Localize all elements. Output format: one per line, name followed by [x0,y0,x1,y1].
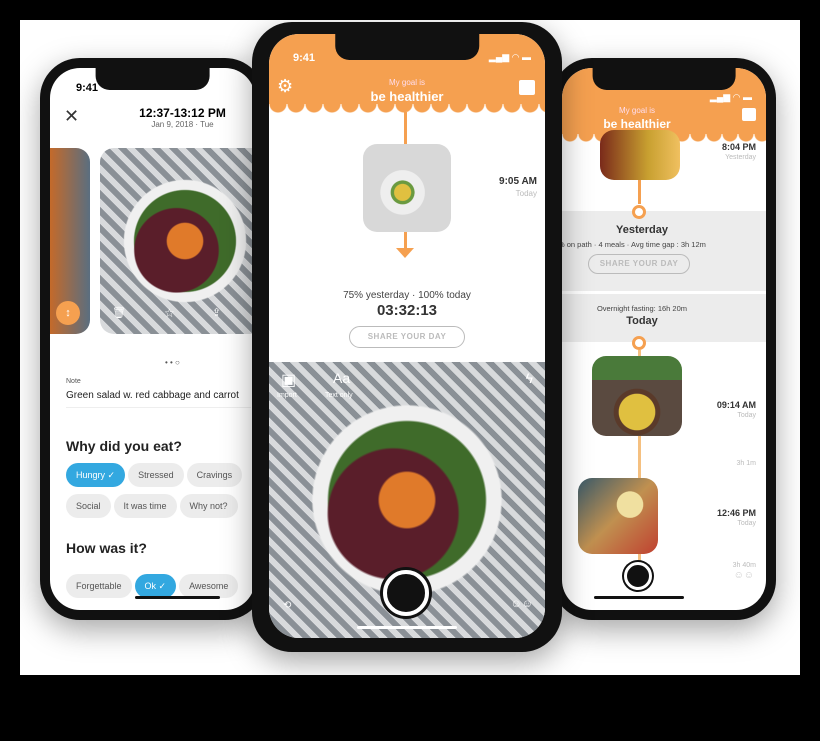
arrow-down-icon [396,248,414,258]
community-icon[interactable]: ☺☺ [511,598,533,610]
goal-text: be healthier [603,117,671,131]
chip-ok[interactable]: Ok ✓ [134,574,177,598]
chip-forgettable[interactable]: Forgettable [66,574,132,598]
home-indicator [135,596,220,599]
chip-stressed[interactable]: Stressed [128,463,184,487]
chip-hungry[interactable]: Hungry ✓ [66,463,126,487]
flip-icon[interactable]: ⟲ [283,600,291,611]
why-title: Why did you eat? [66,438,182,454]
notch [95,68,210,90]
yesterday-stats: % on path · 4 meals · Avg time gap : 3h … [562,240,706,249]
fasting-text: Overnight fasting: 16h 20m [596,304,688,313]
meal-date: Jan 9, 2018 · Tue [151,120,214,129]
close-icon[interactable]: ✕ [64,106,79,127]
time-range: 12:37-13:12 PM [139,106,226,120]
status-icons: ▂▄▆ ◠ ▬ [488,52,531,62]
notch [592,68,736,90]
note-label: Note [66,378,81,385]
timeline-node [632,205,646,219]
gap-2: 3h 40m [732,562,756,569]
right-phone: ▂▄▆ ◠ ▬ My goal is be healthier 8:04 PM … [552,58,776,620]
home-indicator [594,596,684,599]
goal-label: My goal is [618,106,655,115]
status-time: 9:41 [293,52,316,64]
why-options: Hungry ✓ Stressed Cravings Social It was tim… [66,463,255,525]
community-icon[interactable]: ☺☺ [734,570,754,581]
trash-icon[interactable]: 🗑 [112,306,126,319]
chip-cravings[interactable]: Cravings [186,463,243,487]
share-icon[interactable]: ⇪ [212,306,221,319]
meal-1-time: 09:14 AM [716,400,756,410]
move-icon[interactable]: ↕ [56,301,80,325]
meal-2-day: Today [737,520,756,527]
meal-photo[interactable] [363,144,451,232]
gap-1: 3h 1m [736,460,756,467]
meal-photo-2[interactable] [578,478,658,554]
meal-detail-screen: 9:41 ✕ 12:37-13:12 PM Jan 9, 2018 · Tue … [50,68,255,610]
chip-it-was-time[interactable]: It was time [113,494,177,518]
meal-time: 9:05 AM [499,176,537,187]
share-day-button[interactable]: SHARE YOUR DAY [588,254,690,274]
page-dots[interactable]: • • ○ [165,358,180,367]
how-title: How was it? [66,540,147,556]
home-screen: 9:41 ▂▄▆ ◠ ▬ ⚙ My goal is be healthier 9… [269,34,545,638]
center-phone: 9:41 ▂▄▆ ◠ ▬ ⚙ My goal is be healthier 9… [252,22,562,652]
chip-social[interactable]: Social [66,494,111,518]
timeline-node [632,336,646,350]
goal-text: be healthier [370,89,444,104]
fasting-timer: 03:32:13 [376,302,438,319]
left-phone: 9:41 ✕ 12:37-13:12 PM Jan 9, 2018 · Tue … [40,58,265,620]
goal-label: My goal is [388,78,425,87]
status-time: 9:41 [76,82,99,94]
meal-photo-prev[interactable] [600,130,680,180]
progress-text: 75% yesterday · 100% today [343,290,471,301]
meal-photo-1[interactable] [592,356,682,436]
text-only-label: Text only [325,392,353,399]
meal-1-day: Today [737,412,756,419]
chip-why-not[interactable]: Why not? [179,494,238,518]
import-label: Import [277,392,297,399]
note-text[interactable]: Green salad w. red cabbage and carrot [66,390,251,408]
today-title: Today [626,315,658,327]
capture-button[interactable] [383,570,429,616]
meal-2-time: 12:46 PM [716,508,756,518]
share-day-button[interactable]: SHARE YOUR DAY [349,326,465,348]
status-icons: ▂▄▆ ◠ ▬ [709,92,752,102]
camera-button[interactable] [624,562,652,590]
notch [335,34,479,60]
import-icon[interactable]: ▣ [281,370,296,390]
chip-awesome[interactable]: Awesome [179,574,239,598]
chat-icon[interactable] [519,80,535,95]
star-icon[interactable]: ☆ [164,306,175,320]
flash-off-icon[interactable]: ϟ [526,370,533,386]
meal-day: Today [515,189,537,198]
prev-time: 8:04 PM [721,142,756,152]
yesterday-summary [562,211,766,291]
timeline-screen: ▂▄▆ ◠ ▬ My goal is be healthier 8:04 PM … [562,68,766,610]
chat-icon[interactable] [742,108,756,121]
prev-day: Yesterday [725,154,756,161]
how-options: Forgettable Ok ✓ Awesome [66,574,255,605]
yesterday-title: Yesterday [616,224,668,236]
home-indicator [357,626,457,629]
text-only-icon[interactable]: Aa [333,370,350,386]
